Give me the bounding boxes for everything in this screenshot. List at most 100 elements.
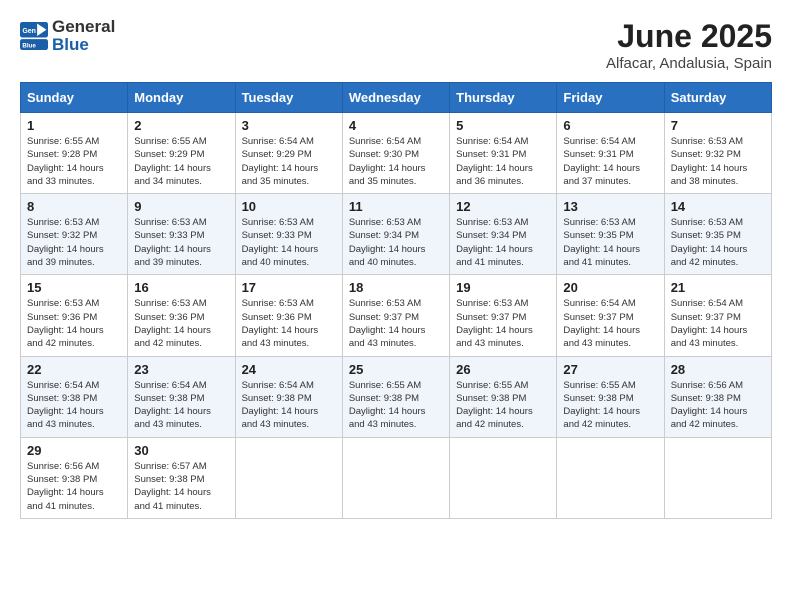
day-cell-26: 26 Sunrise: 6:55 AMSunset: 9:38 PMDayligh… [450, 356, 557, 437]
day-cell-24: 24 Sunrise: 6:54 AMSunset: 9:38 PMDayligh… [235, 356, 342, 437]
header-monday: Monday [128, 83, 235, 113]
day-number: 26 [456, 362, 550, 377]
day-cell-1: 1 Sunrise: 6:55 AMSunset: 9:28 PMDaylight… [21, 113, 128, 194]
day-number: 13 [563, 199, 657, 214]
day-cell-15: 15 Sunrise: 6:53 AMSunset: 9:36 PMDayligh… [21, 275, 128, 356]
day-number: 30 [134, 443, 228, 458]
calendar-table: SundayMondayTuesdayWednesdayThursdayFrid… [20, 82, 772, 519]
day-number: 6 [563, 118, 657, 133]
day-cell-20: 20Sunrise: 6:54 AMSunset: 9:37 PMDayligh… [557, 275, 664, 356]
day-number: 7 [671, 118, 765, 133]
day-number: 22 [27, 362, 121, 377]
day-cell-23: 23 Sunrise: 6:54 AMSunset: 9:38 PMDayligh… [128, 356, 235, 437]
logo-blue-text: Blue [52, 35, 89, 54]
day-cell-19: 19Sunrise: 6:53 AMSunset: 9:37 PMDayligh… [450, 275, 557, 356]
calendar-header-row: SundayMondayTuesdayWednesdayThursdayFrid… [21, 83, 772, 113]
header-tuesday: Tuesday [235, 83, 342, 113]
day-cell-13: 13 Sunrise: 6:53 AMSunset: 9:35 PMDayligh… [557, 194, 664, 275]
logo: Gen Blue General Blue [20, 18, 115, 54]
empty-cell [557, 437, 664, 518]
day-content: Sunrise: 6:54 AMSunset: 9:31 PMDaylight:… [563, 135, 657, 188]
day-number: 15 [27, 280, 121, 295]
location-title: Alfacar, Andalusia, Spain [606, 55, 772, 72]
day-cell-12: 12 Sunrise: 6:53 AMSunset: 9:34 PMDayligh… [450, 194, 557, 275]
header-wednesday: Wednesday [342, 83, 449, 113]
day-number: 1 [27, 118, 121, 133]
calendar-week-4: 22 Sunrise: 6:54 AMSunset: 9:38 PMDayligh… [21, 356, 772, 437]
day-content: Sunrise: 6:54 AMSunset: 9:30 PMDaylight:… [349, 135, 443, 188]
day-number: 8 [27, 199, 121, 214]
day-content: Sunrise: 6:53 AMSunset: 9:35 PMDaylight:… [671, 216, 765, 269]
day-cell-27: 27Sunrise: 6:55 AMSunset: 9:38 PMDayligh… [557, 356, 664, 437]
page-header: Gen Blue General Blue June 2025 Alfacar,… [20, 18, 772, 72]
day-cell-25: 25 Sunrise: 6:55 AMSunset: 9:38 PMDayligh… [342, 356, 449, 437]
empty-cell [235, 437, 342, 518]
header-saturday: Saturday [664, 83, 771, 113]
logo-icon: Gen Blue [20, 22, 48, 50]
day-content: Sunrise: 6:53 AMSunset: 9:33 PMDaylight:… [134, 216, 228, 269]
day-number: 12 [456, 199, 550, 214]
day-cell-8: 8 Sunrise: 6:53 AMSunset: 9:32 PMDaylight… [21, 194, 128, 275]
day-content: Sunrise: 6:55 AMSunset: 9:38 PMDaylight:… [456, 379, 550, 432]
day-cell-10: 10 Sunrise: 6:53 AMSunset: 9:33 PMDayligh… [235, 194, 342, 275]
day-cell-17: 17Sunrise: 6:53 AMSunset: 9:36 PMDayligh… [235, 275, 342, 356]
day-content: Sunrise: 6:53 AMSunset: 9:36 PMDaylight:… [134, 297, 228, 350]
day-content: Sunrise: 6:55 AMSunset: 9:29 PMDaylight:… [134, 135, 228, 188]
day-number: 11 [349, 199, 443, 214]
day-content: Sunrise: 6:56 AMSunset: 9:38 PMDaylight:… [27, 460, 121, 513]
day-number: 9 [134, 199, 228, 214]
day-cell-21: 21Sunrise: 6:54 AMSunset: 9:37 PMDayligh… [664, 275, 771, 356]
calendar-week-2: 8 Sunrise: 6:53 AMSunset: 9:32 PMDaylight… [21, 194, 772, 275]
day-content: Sunrise: 6:54 AMSunset: 9:38 PMDaylight:… [242, 379, 336, 432]
day-number: 24 [242, 362, 336, 377]
empty-cell [450, 437, 557, 518]
title-area: June 2025 Alfacar, Andalusia, Spain [606, 18, 772, 72]
day-content: Sunrise: 6:53 AMSunset: 9:37 PMDaylight:… [349, 297, 443, 350]
day-number: 25 [349, 362, 443, 377]
day-content: Sunrise: 6:54 AMSunset: 9:38 PMDaylight:… [134, 379, 228, 432]
day-content: Sunrise: 6:54 AMSunset: 9:31 PMDaylight:… [456, 135, 550, 188]
day-cell-5: 5 Sunrise: 6:54 AMSunset: 9:31 PMDaylight… [450, 113, 557, 194]
day-cell-6: 6 Sunrise: 6:54 AMSunset: 9:31 PMDaylight… [557, 113, 664, 194]
day-cell-30: 30Sunrise: 6:57 AMSunset: 9:38 PMDayligh… [128, 437, 235, 518]
calendar-week-3: 15 Sunrise: 6:53 AMSunset: 9:36 PMDayligh… [21, 275, 772, 356]
day-number: 5 [456, 118, 550, 133]
day-number: 28 [671, 362, 765, 377]
day-cell-29: 29 Sunrise: 6:56 AMSunset: 9:38 PMDayligh… [21, 437, 128, 518]
day-cell-16: 16Sunrise: 6:53 AMSunset: 9:36 PMDayligh… [128, 275, 235, 356]
day-content: Sunrise: 6:53 AMSunset: 9:36 PMDaylight:… [27, 297, 121, 350]
day-content: Sunrise: 6:53 AMSunset: 9:34 PMDaylight:… [456, 216, 550, 269]
day-content: Sunrise: 6:53 AMSunset: 9:35 PMDaylight:… [563, 216, 657, 269]
empty-cell [664, 437, 771, 518]
day-content: Sunrise: 6:54 AMSunset: 9:29 PMDaylight:… [242, 135, 336, 188]
day-content: Sunrise: 6:53 AMSunset: 9:32 PMDaylight:… [671, 135, 765, 188]
calendar-week-5: 29 Sunrise: 6:56 AMSunset: 9:38 PMDayligh… [21, 437, 772, 518]
calendar-week-1: 1 Sunrise: 6:55 AMSunset: 9:28 PMDaylight… [21, 113, 772, 194]
day-cell-22: 22Sunrise: 6:54 AMSunset: 9:38 PMDayligh… [21, 356, 128, 437]
day-content: Sunrise: 6:53 AMSunset: 9:36 PMDaylight:… [242, 297, 336, 350]
day-number: 14 [671, 199, 765, 214]
day-content: Sunrise: 6:56 AMSunset: 9:38 PMDaylight:… [671, 379, 765, 432]
day-number: 18 [349, 280, 443, 295]
day-number: 23 [134, 362, 228, 377]
day-cell-28: 28 Sunrise: 6:56 AMSunset: 9:38 PMDayligh… [664, 356, 771, 437]
day-cell-11: 11Sunrise: 6:53 AMSunset: 9:34 PMDayligh… [342, 194, 449, 275]
day-number: 27 [563, 362, 657, 377]
day-content: Sunrise: 6:53 AMSunset: 9:32 PMDaylight:… [27, 216, 121, 269]
day-cell-7: 7 Sunrise: 6:53 AMSunset: 9:32 PMDaylight… [664, 113, 771, 194]
logo-general-text: General [52, 17, 115, 36]
day-number: 10 [242, 199, 336, 214]
day-cell-9: 9 Sunrise: 6:53 AMSunset: 9:33 PMDaylight… [128, 194, 235, 275]
day-number: 20 [563, 280, 657, 295]
day-content: Sunrise: 6:53 AMSunset: 9:37 PMDaylight:… [456, 297, 550, 350]
day-number: 3 [242, 118, 336, 133]
day-content: Sunrise: 6:54 AMSunset: 9:37 PMDaylight:… [671, 297, 765, 350]
day-number: 29 [27, 443, 121, 458]
day-number: 4 [349, 118, 443, 133]
empty-cell [342, 437, 449, 518]
header-sunday: Sunday [21, 83, 128, 113]
day-cell-4: 4 Sunrise: 6:54 AMSunset: 9:30 PMDaylight… [342, 113, 449, 194]
day-content: Sunrise: 6:55 AMSunset: 9:28 PMDaylight:… [27, 135, 121, 188]
day-content: Sunrise: 6:55 AMSunset: 9:38 PMDaylight:… [349, 379, 443, 432]
day-content: Sunrise: 6:53 AMSunset: 9:33 PMDaylight:… [242, 216, 336, 269]
